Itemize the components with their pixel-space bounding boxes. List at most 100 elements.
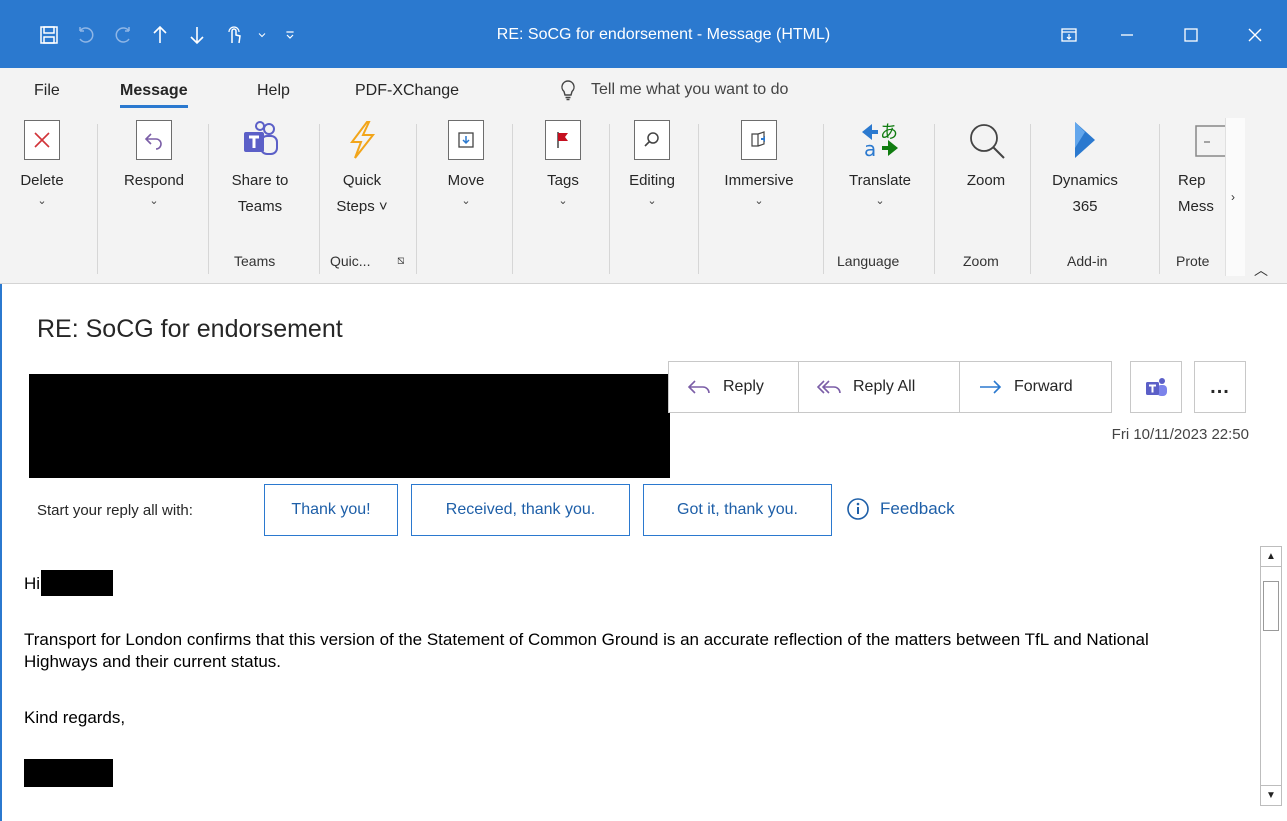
suggested-reply-received[interactable]: Received, thank you. <box>411 484 630 536</box>
body-scrollbar[interactable]: ▲ ▼ <box>1260 546 1282 806</box>
move-icon <box>448 120 484 160</box>
teams-icon <box>240 120 280 160</box>
share-to-teams-label-2: Teams <box>237 198 283 215</box>
scroll-thumb[interactable] <box>1263 581 1279 631</box>
lightbulb-icon <box>561 80 575 101</box>
reply-all-button[interactable]: Reply All <box>798 361 960 413</box>
suggested-reply-got-it[interactable]: Got it, thank you. <box>643 484 832 536</box>
feedback-label: Feedback <box>880 499 955 518</box>
report-message-button[interactable]: Rep Mess <box>1178 120 1226 220</box>
respond-icon <box>136 120 172 160</box>
dynamics-label-2: 365 <box>1072 198 1098 215</box>
chevron-down-icon: ⌄ <box>149 195 159 207</box>
group-separator <box>1159 124 1160 274</box>
scroll-up-arrow-icon[interactable]: ▲ <box>1261 547 1281 567</box>
suggested-replies-label: Start your reply all with: <box>37 501 193 519</box>
group-separator <box>1030 124 1031 274</box>
translate-icon: あa <box>860 120 900 160</box>
magnifier-icon <box>966 120 1006 160</box>
respond-button[interactable]: Respond ⌄ <box>110 120 198 208</box>
move-button[interactable]: Move ⌄ <box>436 120 496 208</box>
group-separator <box>319 124 320 274</box>
delete-icon <box>24 120 60 160</box>
forward-button[interactable]: Forward <box>959 361 1112 413</box>
group-separator <box>512 124 513 274</box>
minimize-icon[interactable] <box>1095 10 1159 60</box>
group-separator <box>97 124 98 274</box>
maximize-icon[interactable] <box>1159 10 1223 60</box>
body-paragraph: Transport for London confirms that this … <box>24 630 1149 671</box>
lightning-icon <box>342 120 382 160</box>
ribbon-display-options-icon[interactable] <box>1043 10 1095 60</box>
group-separator <box>208 124 209 274</box>
suggested-reply-thank-you[interactable]: Thank you! <box>264 484 398 536</box>
chevron-down-icon: ⌄ <box>754 195 764 207</box>
tab-file[interactable]: File <box>34 82 60 100</box>
chevron-down-icon: ⌄ <box>558 195 568 207</box>
ribbon-scroll-right[interactable]: › <box>1225 118 1245 276</box>
tab-help[interactable]: Help <box>257 82 290 100</box>
search-icon <box>634 120 670 160</box>
group-separator <box>416 124 417 274</box>
more-actions-button[interactable]: ... <box>1194 361 1246 413</box>
reply-label: Reply <box>723 378 764 395</box>
title-bar: RE: SoCG for endorsement - Message (HTML… <box>0 0 1287 68</box>
quick-steps-label-1: Quick <box>342 172 382 189</box>
message-subject: RE: SoCG for endorsement <box>37 315 343 343</box>
dynamics-365-icon <box>1065 120 1105 160</box>
close-icon[interactable] <box>1223 10 1287 60</box>
zoom-button[interactable]: Zoom <box>955 120 1017 194</box>
group-separator <box>609 124 610 274</box>
share-to-teams-small-button[interactable] <box>1130 361 1182 413</box>
report-message-label-1: Rep <box>1178 172 1206 189</box>
forward-icon <box>980 380 1002 394</box>
flag-icon <box>545 120 581 160</box>
dynamics-label-1: Dynamics <box>1052 172 1118 189</box>
chevron-down-icon: ⌄ <box>875 195 885 207</box>
collapse-ribbon-icon[interactable]: ︿ <box>1254 260 1268 280</box>
reply-all-icon <box>817 380 841 394</box>
reply-icon <box>687 380 710 394</box>
report-message-label-2: Mess <box>1178 198 1214 215</box>
teams-icon <box>1146 378 1167 396</box>
chevron-down-icon: ⌄ <box>37 195 47 207</box>
tell-me-search[interactable]: Tell me what you want to do <box>557 79 788 101</box>
group-separator <box>698 124 699 274</box>
svg-text:あ: あ <box>880 122 898 143</box>
immersive-reader-icon <box>741 120 777 160</box>
dynamics-365-button[interactable]: Dynamics 365 <box>1045 120 1125 220</box>
respond-label: Respond <box>123 172 185 189</box>
group-label-teams: Teams <box>234 253 276 269</box>
group-label-add-in: Add-in <box>1067 253 1108 269</box>
immersive-reader-button[interactable]: Immersive ⌄ <box>712 120 806 208</box>
tell-me-text: Tell me what you want to do <box>591 81 789 98</box>
reply-all-label: Reply All <box>853 378 916 395</box>
tags-button[interactable]: Tags ⌄ <box>533 120 593 208</box>
immersive-label: Immersive <box>724 172 794 189</box>
reply-button[interactable]: Reply <box>668 361 799 413</box>
svg-text:a: a <box>864 137 876 160</box>
group-label-language: Language <box>837 253 900 269</box>
closing: Kind regards, <box>24 708 126 727</box>
tags-label: Tags <box>547 172 579 189</box>
scroll-down-arrow-icon[interactable]: ▼ <box>1261 785 1281 805</box>
group-label-quick-steps: Quic... <box>330 253 371 269</box>
message-actions: Reply Reply All Forward <box>668 361 1112 413</box>
redacted-sender-block <box>29 374 670 478</box>
feedback-link[interactable]: Feedback <box>846 497 955 521</box>
delete-button[interactable]: Delete ⌄ <box>20 120 64 208</box>
share-to-teams-button[interactable]: Share to Teams <box>218 120 302 220</box>
ribbon-tabs: File Message Help PDF-XChange Tell me wh… <box>0 68 1287 114</box>
ribbon: Delete ⌄ Respond ⌄ Share to Teams Teams … <box>0 114 1287 284</box>
greeting: Hi <box>24 574 41 593</box>
report-message-icon <box>1190 120 1226 160</box>
share-to-teams-label-1: Share to <box>231 172 289 189</box>
window-controls <box>1043 10 1287 60</box>
tab-pdf-xchange[interactable]: PDF-XChange <box>355 82 459 100</box>
editing-button[interactable]: Editing ⌄ <box>622 120 682 208</box>
quick-steps-button[interactable]: Quick Steps ˅ <box>326 120 398 220</box>
translate-button[interactable]: あa Translate ⌄ <box>838 120 922 208</box>
move-label: Move <box>447 172 485 189</box>
tab-message[interactable]: Message <box>120 82 188 108</box>
dialog-launcher-icon[interactable]: ⧅ <box>397 253 405 268</box>
